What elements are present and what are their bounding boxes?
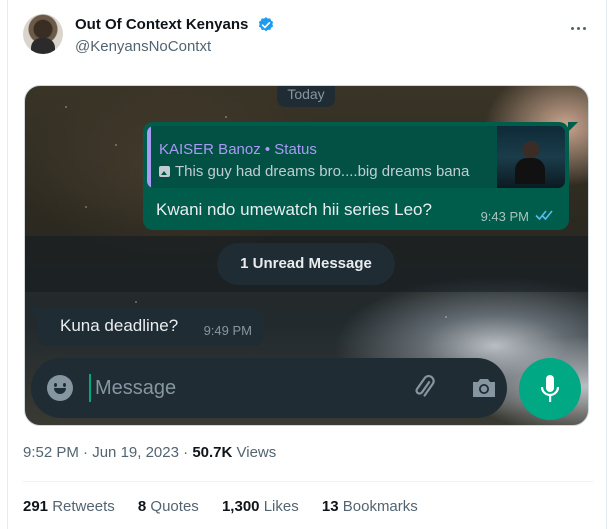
- likes-label: Likes: [263, 498, 299, 515]
- incoming-message-time: 9:49 PM: [203, 323, 252, 338]
- camera-icon[interactable]: [470, 376, 498, 400]
- verified-icon: [258, 17, 274, 32]
- tweet-meta: 9:52 PM · Jun 19, 2023 · 50.7K Views: [23, 444, 276, 461]
- bookmarks-stat[interactable]: 13 Bookmarks: [322, 498, 418, 515]
- quote-title: KAISER Banoz • Status: [159, 141, 317, 158]
- retweets-label: Retweets: [52, 498, 115, 515]
- views-count: 50.7K: [192, 444, 233, 461]
- message-input[interactable]: [95, 374, 345, 402]
- tweet-media-screenshot[interactable]: Today KAISER Banoz • Status This guy had…: [24, 85, 589, 426]
- divider: [23, 481, 593, 482]
- meta-separator: ·: [83, 444, 93, 461]
- incoming-message-text: Kuna deadline?: [60, 316, 179, 335]
- tweet-date[interactable]: Jun 19, 2023: [92, 444, 179, 461]
- retweets-stat[interactable]: 291 Retweets: [23, 498, 115, 515]
- photo-icon: [159, 166, 170, 177]
- quotes-label: Quotes: [150, 498, 199, 515]
- text-cursor: [89, 374, 91, 402]
- page-border-left: [7, 0, 8, 529]
- quote-text-label: This guy had dreams bro....big dreams ba…: [175, 163, 470, 180]
- retweets-count: 291: [23, 498, 49, 515]
- outgoing-message-time: 9:43 PM: [480, 209, 529, 224]
- meta-separator: ·: [183, 444, 193, 461]
- unread-message-chip: 1 Unread Message: [217, 243, 395, 285]
- outgoing-message-bubble[interactable]: KAISER Banoz • Status This guy had dream…: [143, 122, 578, 230]
- tweet-stats: 291 Retweets 8 Quotes 1,300 Likes 13 Boo…: [23, 498, 437, 515]
- quote-accent-bar: [147, 126, 151, 188]
- likes-stat[interactable]: 1,300 Likes: [222, 498, 299, 515]
- more-icon[interactable]: [569, 18, 589, 38]
- double-tick-icon: [535, 210, 553, 221]
- views-label: Views: [236, 444, 277, 461]
- quotes-count: 8: [137, 498, 147, 515]
- page-border-right: [606, 0, 607, 529]
- tweet-header: Out Of Context Kenyans @KenyansNoContxt: [23, 14, 593, 58]
- display-name[interactable]: Out Of Context Kenyans: [75, 16, 248, 33]
- incoming-message-bubble[interactable]: Kuna deadline? 9:49 PM: [29, 308, 264, 346]
- quote-text: This guy had dreams bro....big dreams ba…: [159, 163, 469, 180]
- quoted-status[interactable]: KAISER Banoz • Status This guy had dream…: [147, 126, 565, 188]
- mic-button[interactable]: [519, 358, 581, 420]
- mic-icon: [540, 375, 560, 402]
- bookmarks-count: 13: [321, 498, 339, 515]
- tweet-time[interactable]: 9:52 PM: [23, 444, 79, 461]
- date-chip: Today: [277, 86, 335, 107]
- emoji-icon[interactable]: [47, 375, 73, 401]
- handle[interactable]: @KenyansNoContxt: [75, 38, 211, 55]
- avatar[interactable]: [23, 14, 63, 54]
- likes-count: 1,300: [221, 498, 260, 515]
- quote-thumbnail: [497, 126, 565, 188]
- attach-icon[interactable]: [411, 374, 439, 402]
- bookmarks-label: Bookmarks: [342, 498, 418, 515]
- compose-bar: [31, 358, 507, 418]
- outgoing-message-text: Kwani ndo umewatch hii series Leo?: [156, 200, 432, 219]
- quotes-stat[interactable]: 8 Quotes: [138, 498, 199, 515]
